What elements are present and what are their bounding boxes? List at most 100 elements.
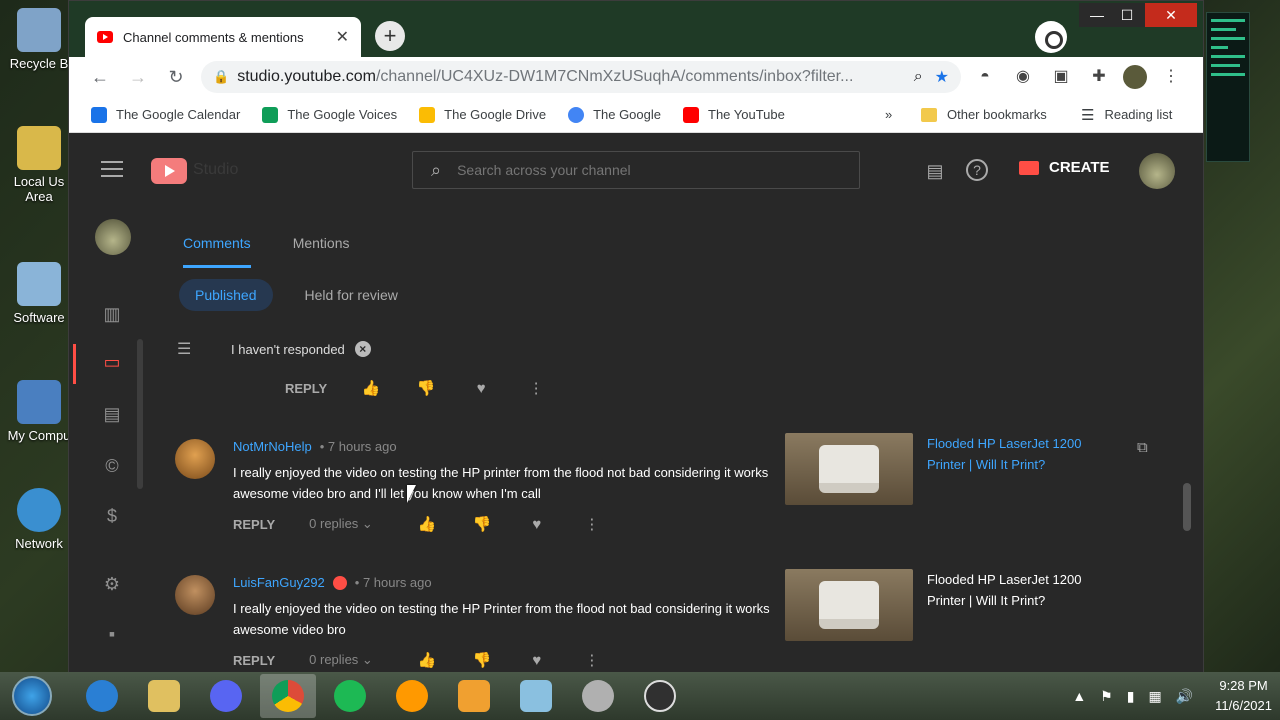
other-bookmarks[interactable]: Other bookmarks: [921, 107, 1047, 122]
reading-list[interactable]: ☰ Reading list: [1081, 106, 1172, 124]
youtube-studio-logo[interactable]: [151, 158, 187, 184]
remove-filter-icon[interactable]: ×: [354, 341, 371, 357]
back-button[interactable]: ←: [81, 67, 119, 88]
new-tab-button[interactable]: +: [375, 21, 405, 51]
more-options-icon[interactable]: ⋮: [582, 515, 602, 533]
desktop-icon-software[interactable]: Software: [2, 262, 76, 325]
commenter-avatar[interactable]: [175, 439, 215, 479]
bookmark-google-drive[interactable]: The Google Drive: [419, 106, 546, 123]
thumbs-up-icon[interactable]: 👍: [417, 651, 437, 669]
comments-icon[interactable]: ▭: [101, 351, 123, 373]
tab-comments[interactable]: Comments: [183, 235, 251, 268]
heart-icon[interactable]: ♥: [527, 516, 547, 533]
filter-chip-label[interactable]: I haven't responded: [231, 342, 345, 357]
chip-held-for-review[interactable]: Held for review: [289, 279, 414, 311]
show-hidden-icons-arrow[interactable]: ▲: [1072, 688, 1086, 704]
account-avatar[interactable]: [1139, 153, 1175, 189]
replies-dropdown[interactable]: 0 replies ⌄: [309, 516, 373, 532]
close-window-button[interactable]: ✕: [1145, 3, 1197, 27]
sidebar-scrollbar[interactable]: [137, 339, 143, 489]
more-options-icon[interactable]: ⋮: [582, 651, 602, 669]
thumbs-down-icon[interactable]: 👎: [472, 651, 492, 669]
search-input[interactable]: [457, 162, 838, 178]
reply-button[interactable]: REPLY: [233, 653, 275, 668]
taskbar-file-explorer[interactable]: [136, 674, 192, 718]
flag-icon[interactable]: ⚑: [1100, 688, 1113, 705]
subtitles-icon[interactable]: ▤: [101, 403, 123, 425]
monetization-icon[interactable]: $: [101, 505, 123, 527]
comment-author[interactable]: LuisFanGuy292: [233, 575, 325, 590]
taskbar-chrome[interactable]: [260, 674, 316, 718]
create-button[interactable]: CREATE: [1019, 159, 1110, 176]
bookmark-google[interactable]: The Google: [568, 106, 661, 123]
thumbs-up-icon[interactable]: 👍: [361, 379, 381, 397]
profile-avatar[interactable]: [1123, 65, 1147, 89]
bookmark-google-calendar[interactable]: The Google Calendar: [91, 106, 240, 123]
channel-avatar[interactable]: [95, 219, 131, 255]
video-thumbnail[interactable]: [785, 433, 913, 505]
heart-icon[interactable]: ♥: [527, 652, 547, 669]
video-title-link[interactable]: Flooded HP LaserJet 1200 Printer | Will …: [927, 569, 1107, 611]
thumbs-down-icon[interactable]: 👎: [416, 379, 436, 397]
reply-button[interactable]: REPLY: [285, 381, 327, 396]
incognito-extension-icon[interactable]: ◓: [973, 65, 997, 89]
comment-author[interactable]: NotMrNoHelp: [233, 439, 312, 454]
filter-icon[interactable]: ☰: [177, 339, 197, 359]
desktop-icon-network[interactable]: Network: [2, 488, 76, 551]
copyright-icon[interactable]: ©: [101, 455, 123, 477]
feedback-icon[interactable]: ▤: [923, 159, 947, 183]
reply-button[interactable]: REPLY: [233, 517, 275, 532]
network-icon[interactable]: ▦: [1148, 688, 1161, 705]
maximize-button[interactable]: ☐: [1109, 3, 1145, 27]
hamburger-menu-icon[interactable]: [101, 161, 123, 177]
content-scrollbar[interactable]: [1183, 483, 1191, 531]
taskbar-aol[interactable]: [384, 674, 440, 718]
taskbar-outlook[interactable]: [446, 674, 502, 718]
battery-icon[interactable]: ▮: [1127, 688, 1135, 705]
taskbar-spotify[interactable]: [322, 674, 378, 718]
bookmark-star-icon[interactable]: ★: [935, 67, 949, 87]
extension-icon[interactable]: ◉: [1011, 65, 1035, 89]
send-feedback-icon[interactable]: ▪: [101, 623, 123, 645]
bookmark-google-voices[interactable]: The Google Voices: [262, 106, 397, 123]
tab-close-icon[interactable]: ✕: [336, 27, 349, 47]
search-page-icon[interactable]: ⌕: [914, 68, 923, 86]
desktop-icon-local-area[interactable]: Local Us Area: [2, 126, 76, 204]
start-button[interactable]: [12, 676, 52, 716]
open-external-icon[interactable]: ⧉: [1137, 439, 1155, 457]
taskbar-obs[interactable]: [632, 674, 688, 718]
video-title-link[interactable]: Flooded HP LaserJet 1200 Printer | Will …: [927, 433, 1107, 475]
channel-search[interactable]: ⌕: [412, 151, 860, 189]
address-bar[interactable]: 🔒 studio.youtube.com/channel/UC4XUz-DW1M…: [201, 61, 961, 93]
picture-in-picture-icon[interactable]: ▣: [1049, 65, 1073, 89]
taskbar-network-tool[interactable]: [570, 674, 626, 718]
taskbar-discord[interactable]: [198, 674, 254, 718]
help-icon[interactable]: ?: [966, 159, 988, 181]
volume-icon[interactable]: 🔊: [1176, 688, 1193, 705]
video-thumbnail[interactable]: [785, 569, 913, 641]
bookmark-youtube[interactable]: The YouTube: [683, 106, 785, 123]
thumbs-down-icon[interactable]: 👎: [472, 515, 492, 533]
record-icon[interactable]: [1035, 21, 1067, 53]
clock[interactable]: 9:28 PM 11/6/2021: [1215, 676, 1272, 716]
chip-published[interactable]: Published: [179, 279, 273, 311]
forward-button[interactable]: →: [119, 67, 157, 88]
taskbar-notepad[interactable]: [508, 674, 564, 718]
bookmarks-overflow-button[interactable]: »: [885, 107, 892, 122]
desktop-icon-my-computer[interactable]: My Compu: [2, 380, 76, 443]
analytics-icon[interactable]: ▥: [101, 303, 123, 325]
folder-icon: [921, 107, 937, 122]
settings-gear-icon[interactable]: ⚙: [101, 573, 123, 595]
taskbar-internet-explorer[interactable]: [74, 674, 130, 718]
more-options-icon[interactable]: ⋮: [526, 379, 546, 397]
browser-menu-icon[interactable]: ⋮: [1159, 65, 1183, 89]
heart-icon[interactable]: ♥: [471, 380, 491, 397]
replies-dropdown[interactable]: 0 replies ⌄: [309, 652, 373, 668]
tab-mentions[interactable]: Mentions: [293, 235, 350, 268]
puzzle-extensions-icon[interactable]: ✚: [1087, 65, 1111, 89]
commenter-avatar[interactable]: [175, 575, 215, 615]
browser-tab[interactable]: Channel comments & mentions ✕: [85, 17, 361, 57]
reload-button[interactable]: ↻: [157, 67, 195, 88]
desktop-icon-recycle-bin[interactable]: Recycle B: [2, 8, 76, 71]
thumbs-up-icon[interactable]: 👍: [417, 515, 437, 533]
